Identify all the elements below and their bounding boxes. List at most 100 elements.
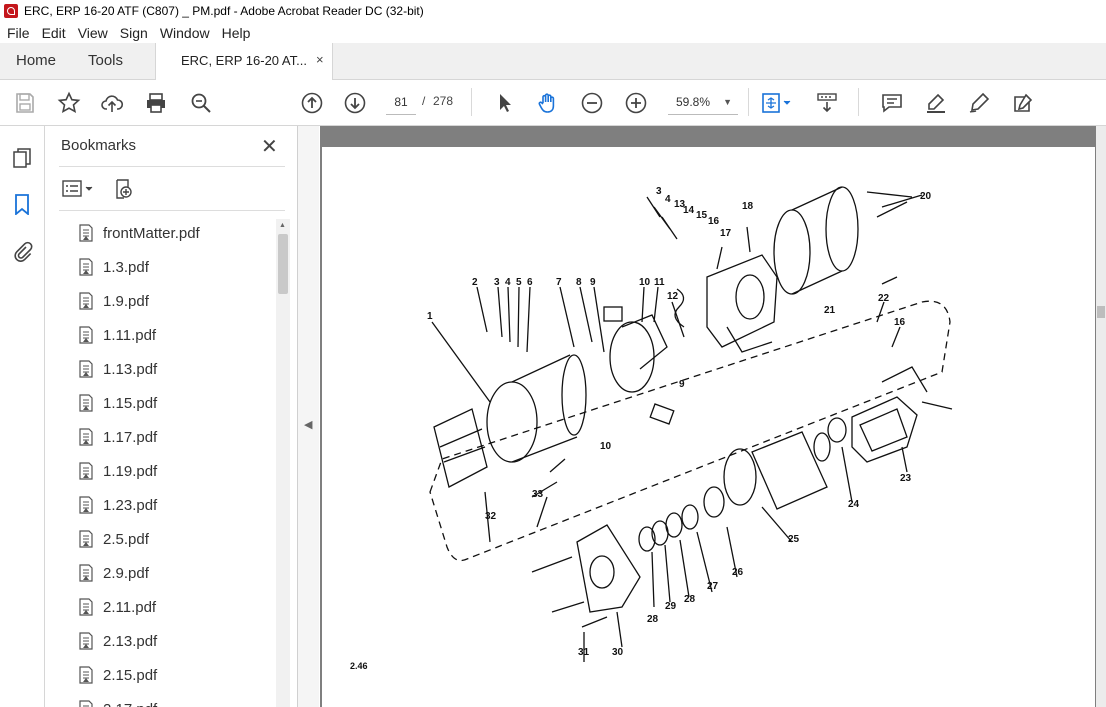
callout-label: 16 <box>894 317 906 328</box>
bookmark-item[interactable]: 1.9.pdf <box>77 289 149 313</box>
document-view[interactable]: 1 2 3 4 5 6 7 8 9 9 10 10 11 12 3 4 13 1… <box>320 126 1106 707</box>
tab-tools[interactable]: Tools <box>88 52 123 69</box>
panel-scrollbar[interactable]: ▲ <box>276 219 290 707</box>
scrollbar-thumb[interactable] <box>278 234 288 294</box>
callout-label: 11 <box>654 277 665 288</box>
bookmark-page-icon <box>77 700 95 707</box>
next-page-icon[interactable] <box>343 91 367 115</box>
scrollbar-thumb[interactable] <box>1097 306 1105 318</box>
prev-page-icon[interactable] <box>300 91 324 115</box>
bookmark-item[interactable]: 2.15.pdf <box>77 663 157 687</box>
bookmark-item[interactable]: 1.11.pdf <box>77 323 156 347</box>
callout-label: 28 <box>684 594 696 605</box>
bookmark-label: 1.15.pdf <box>103 394 158 412</box>
menu-sign[interactable]: Sign <box>120 25 148 41</box>
comment-icon[interactable] <box>880 91 904 115</box>
menu-help[interactable]: Help <box>222 25 251 41</box>
callout-label: 25 <box>788 534 800 545</box>
bookmark-item[interactable]: 2.5.pdf <box>77 527 149 551</box>
print-icon[interactable] <box>144 91 168 115</box>
bookmark-item[interactable]: 1.17.pdf <box>77 425 157 449</box>
bookmark-page-icon <box>77 530 95 548</box>
zoom-search-icon[interactable] <box>189 91 213 115</box>
page-thumbnails-icon[interactable] <box>11 148 33 170</box>
window-title: ERC, ERP 16-20 ATF (C807) _ PM.pdf - Ado… <box>24 4 424 18</box>
bookmark-star-icon[interactable] <box>57 91 81 115</box>
bookmark-label: 2.13.pdf <box>103 632 158 650</box>
panel-divider <box>59 210 285 211</box>
bookmark-label: 1.19.pdf <box>103 462 158 480</box>
scroll-mode-icon[interactable] <box>815 91 839 115</box>
callout-label: 14 <box>683 205 695 216</box>
menu-edit[interactable]: Edit <box>42 25 66 41</box>
title-bar: ERC, ERP 16-20 ATF (C807) _ PM.pdf - Ado… <box>0 0 1106 23</box>
bookmark-item[interactable]: 1.23.pdf <box>77 493 157 517</box>
menu-window[interactable]: Window <box>160 25 210 41</box>
zoom-out-icon[interactable] <box>580 91 604 115</box>
callout-label: 26 <box>732 567 744 578</box>
callout-label: 4 <box>665 194 671 205</box>
callout-label: 30 <box>612 647 624 658</box>
panel-close-button[interactable]: ✕ <box>261 134 278 159</box>
bookmark-page-icon <box>77 598 95 616</box>
bookmark-item[interactable]: 1.3.pdf <box>77 255 149 279</box>
bookmark-item[interactable]: 2.11.pdf <box>77 595 156 619</box>
callout-label: 10 <box>639 277 651 288</box>
tab-home[interactable]: Home <box>16 52 56 69</box>
select-arrow-icon[interactable] <box>493 91 517 115</box>
callout-label: 31 <box>578 647 590 658</box>
menu-view[interactable]: View <box>78 25 108 41</box>
zoom-select[interactable]: 59.8% ▼ <box>668 90 738 115</box>
bookmark-page-icon <box>77 632 95 650</box>
add-bookmark-icon[interactable] <box>113 178 135 200</box>
bookmark-options-icon[interactable] <box>61 178 95 200</box>
bookmark-label: 1.23.pdf <box>103 496 158 514</box>
chevron-down-icon: ▼ <box>723 97 732 107</box>
bookmark-item[interactable]: 1.15.pdf <box>77 391 157 415</box>
bookmark-item[interactable]: 2.17.pdf <box>77 697 157 707</box>
tab-close-button[interactable]: × <box>316 52 324 67</box>
menu-file[interactable]: File <box>7 25 30 41</box>
callout-label: 20 <box>920 191 932 202</box>
bookmark-item[interactable]: 1.19.pdf <box>77 459 157 483</box>
zoom-value: 59.8% <box>676 95 711 109</box>
bookmark-page-icon <box>77 666 95 684</box>
bookmark-page-icon <box>77 496 95 514</box>
bookmark-item[interactable]: frontMatter.pdf <box>77 221 200 245</box>
bookmark-label: 1.13.pdf <box>103 360 158 378</box>
bookmarks-icon[interactable] <box>11 193 33 216</box>
upload-icon[interactable] <box>100 91 124 115</box>
bookmark-label: 1.11.pdf <box>103 326 157 344</box>
bookmark-item[interactable]: 1.13.pdf <box>77 357 157 381</box>
attachments-icon[interactable] <box>11 240 33 262</box>
fit-page-icon[interactable] <box>760 91 794 115</box>
tab-document[interactable]: ERC, ERP 16-20 AT... × <box>155 43 333 80</box>
callout-label: 24 <box>848 499 860 510</box>
bookmark-list: frontMatter.pdf 1.3.pdf 1.9.pdf 1.11.pdf 1.1… <box>45 219 275 707</box>
current-page-input[interactable]: 81 <box>386 90 416 115</box>
bookmark-item[interactable]: 2.9.pdf <box>77 561 149 585</box>
save-icon[interactable] <box>13 91 37 115</box>
callout-label: 9 <box>590 277 596 288</box>
callout-label: 4 <box>505 277 511 288</box>
bookmark-label: 2.9.pdf <box>103 564 149 582</box>
highlight-icon[interactable] <box>924 91 948 115</box>
bookmark-label: 2.11.pdf <box>103 598 157 616</box>
fill-sign-icon[interactable] <box>1011 91 1035 115</box>
zoom-in-icon[interactable] <box>624 91 648 115</box>
document-scrollbar[interactable] <box>1096 126 1106 707</box>
collapse-arrow-icon[interactable]: ◀ <box>304 418 312 431</box>
total-pages: 278 <box>433 94 454 108</box>
bookmark-item[interactable]: 2.13.pdf <box>77 629 157 653</box>
draw-icon[interactable] <box>967 91 991 115</box>
scroll-up-icon[interactable]: ▲ <box>279 222 286 229</box>
page-number-label: 2.46 <box>350 661 368 671</box>
tab-document-label: ERC, ERP 16-20 AT... <box>181 53 307 68</box>
bookmark-page-icon <box>77 258 95 276</box>
panel-collapse-strip[interactable]: ◀ <box>298 126 319 707</box>
callout-label: 3 <box>656 186 662 197</box>
callout-label: 8 <box>576 277 582 288</box>
callout-label: 16 <box>708 216 720 227</box>
hand-icon[interactable] <box>536 91 560 115</box>
callout-label: 9 <box>679 379 685 390</box>
